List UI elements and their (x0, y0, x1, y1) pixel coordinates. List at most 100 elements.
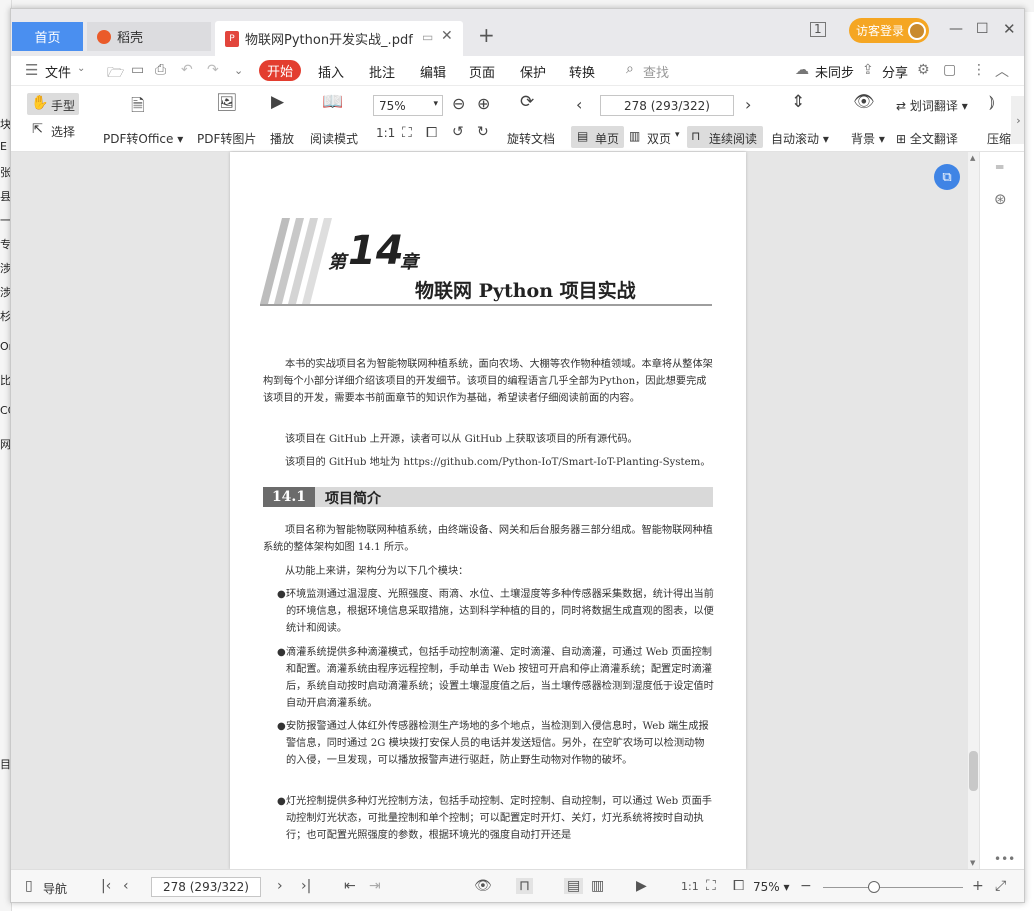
first-page-icon[interactable]: |‹ (101, 878, 111, 894)
single-page-button[interactable]: ▤ 单页 (571, 126, 624, 148)
minimize-icon[interactable]: — (949, 21, 963, 37)
pin-tab-icon[interactable]: ▭ (422, 30, 433, 44)
menu-page[interactable]: 页面 (469, 62, 495, 81)
pdf-page: 第 14 章 物联网 Python 项目实战 本书的实战项目名为智能物联网种植系… (230, 152, 746, 869)
actual-size-icon[interactable]: 1:1 (681, 880, 699, 893)
zoom-out-icon[interactable]: ⊖ (452, 94, 465, 113)
open-folder-icon[interactable]: 🗁 (107, 62, 124, 86)
double-page-button[interactable]: ▥ 双页 ▾ (627, 126, 685, 148)
close-window-icon[interactable]: ✕ (1003, 20, 1016, 38)
save-icon[interactable]: ▭ (131, 62, 144, 78)
undo-icon[interactable]: ↶ (181, 62, 193, 78)
search-icon[interactable]: ⌕ (626, 61, 634, 77)
new-tab-button[interactable]: + (478, 23, 495, 47)
last-page-icon[interactable]: ›| (301, 878, 311, 894)
menu-start[interactable]: 开始 (259, 60, 301, 81)
continuous-read-button[interactable]: ⊓ 连续阅读 (687, 126, 763, 148)
rotate-document-button[interactable]: 旋转文档 (507, 130, 555, 147)
tab-home[interactable]: 首页 (12, 22, 83, 51)
ribbon-scroll-right[interactable]: › (1011, 96, 1024, 144)
settings-icon[interactable]: ⚙ (917, 62, 930, 78)
more-icon[interactable]: ••• (994, 852, 1015, 866)
scroll-down-icon[interactable]: ▼ (970, 859, 975, 867)
search-input[interactable]: 查找 (643, 62, 669, 81)
menu-file[interactable]: 文件 (45, 62, 71, 81)
find-text-icon[interactable]: ⊛ (994, 190, 1007, 208)
fullscreen-icon[interactable]: ⤢ (995, 878, 1006, 894)
zoom-in-button[interactable]: + (972, 878, 984, 894)
rotate-left-icon[interactable]: ↺ (452, 124, 464, 140)
floating-translate-button[interactable]: ⧉ (934, 164, 960, 190)
share-icon[interactable]: ⇪ (862, 62, 874, 78)
hamburger-icon[interactable]: ☰ (25, 61, 38, 79)
menu-bar: ☰ 文件 ⌄ 🗁 ▭ ⎙ ↶ ↷ ⌄ 开始 插入 批注 编辑 页面 保护 转换 … (11, 56, 1024, 86)
tab-daoke[interactable]: 稻壳 (87, 22, 211, 51)
previous-page-icon[interactable]: ‹ (576, 95, 582, 114)
unsync-button[interactable]: 未同步 (815, 62, 854, 81)
print-icon[interactable]: ⎙ (155, 62, 166, 78)
eye-icon[interactable]: 👁 (474, 878, 492, 894)
page-indicator-icon[interactable]: 1 (810, 22, 826, 37)
fit-width-icon[interactable]: ⧠ (733, 878, 744, 894)
auto-scroll-button[interactable]: 自动滚动 ▾ (771, 130, 829, 147)
fit-width-icon[interactable]: ⧠ (426, 125, 437, 141)
zoom-select[interactable]: 75% ▾ (373, 95, 443, 116)
menu-insert[interactable]: 插入 (318, 62, 344, 81)
menu-annotate[interactable]: 批注 (369, 62, 395, 81)
scrollbar-thumb[interactable] (969, 751, 978, 791)
rotate-right-icon[interactable]: ↻ (477, 124, 489, 140)
collapse-ribbon-icon[interactable]: ︿ (995, 61, 1009, 81)
play-icon[interactable]: ▶ (636, 878, 647, 894)
compress-button[interactable]: 压缩 (987, 130, 1011, 147)
pdf-to-office-button[interactable]: PDF转Office ▾ (103, 130, 183, 147)
auto-scroll-label: 自动滚动 (771, 132, 820, 146)
status-zoom-select[interactable]: 75% ▾ (753, 880, 790, 894)
zoom-slider-handle[interactable] (868, 881, 880, 893)
close-tab-icon[interactable]: ✕ (441, 28, 453, 44)
maximize-icon[interactable]: ☐ (976, 21, 989, 37)
continuous-read-icon[interactable]: ⊓ (516, 878, 533, 894)
next-page-icon[interactable]: › (745, 95, 751, 114)
panel-handle-icon[interactable]: ═ (996, 160, 1003, 174)
share-button[interactable]: 分享 (882, 62, 908, 81)
status-page-input[interactable]: 278 (293/322) (151, 877, 261, 897)
intro-paragraph: 该项目在 GitHub 上开源，读者可以从 GitHub 上获取该项目的所有源代… (285, 434, 638, 445)
scroll-up-icon[interactable]: ▲ (970, 154, 975, 162)
comment-icon[interactable]: ▢ (943, 62, 956, 78)
play-button[interactable]: 播放 (270, 130, 294, 147)
back-icon[interactable]: ⇤ (344, 878, 356, 894)
single-page-icon[interactable]: ▤ (564, 878, 584, 894)
menu-edit[interactable]: 编辑 (420, 62, 446, 81)
pdf-to-office-label: PDF转Office (103, 132, 174, 146)
menu-protect[interactable]: 保护 (520, 62, 546, 81)
visitor-login-button[interactable]: 访客登录 (849, 18, 929, 43)
read-mode-button[interactable]: 阅读模式 (310, 130, 358, 147)
zoom-in-icon[interactable]: ⊕ (477, 94, 490, 113)
fit-page-icon[interactable]: ⛶ (402, 125, 412, 141)
background-button[interactable]: 背景 ▾ (851, 130, 885, 147)
zoom-slider-track[interactable] (823, 887, 963, 888)
full-translate-button[interactable]: ⊞ 全文翻译 (896, 130, 958, 147)
chevron-down-icon[interactable]: ⌄ (77, 63, 85, 74)
navigation-button[interactable]: 导航 (43, 880, 67, 897)
tab-document[interactable]: P 物联网Python开发实战_.pdf ▭ ✕ (215, 21, 463, 56)
zoom-out-button[interactable]: − (800, 878, 812, 894)
actual-size-icon[interactable]: 1:1 (376, 126, 395, 140)
more-icon[interactable]: ⋮ (972, 62, 986, 78)
previous-page-icon[interactable]: ‹ (123, 878, 129, 894)
forward-icon[interactable]: ⇥ (369, 878, 381, 894)
chapter-prefix: 第 (328, 252, 346, 273)
navigation-icon[interactable]: ▯ (25, 878, 33, 894)
select-tool-button[interactable]: ⇱ 选择 (27, 120, 79, 142)
hand-tool-button[interactable]: ✋ 手型 (27, 93, 79, 115)
double-page-icon[interactable]: ▥ (591, 878, 604, 894)
word-translate-button[interactable]: ⇄ 划词翻译 ▾ (896, 97, 968, 114)
page-number-input[interactable]: 278 (293/322) (600, 95, 734, 116)
next-page-icon[interactable]: › (277, 878, 283, 894)
pdf-to-image-button[interactable]: PDF转图片 (197, 130, 256, 147)
fit-page-icon[interactable]: ⛶ (706, 878, 716, 894)
cloud-sync-icon[interactable]: ☁ (795, 62, 809, 78)
menu-convert[interactable]: 转换 (569, 62, 595, 81)
quick-access-dropdown-icon[interactable]: ⌄ (234, 64, 243, 77)
redo-icon[interactable]: ↷ (207, 62, 219, 78)
